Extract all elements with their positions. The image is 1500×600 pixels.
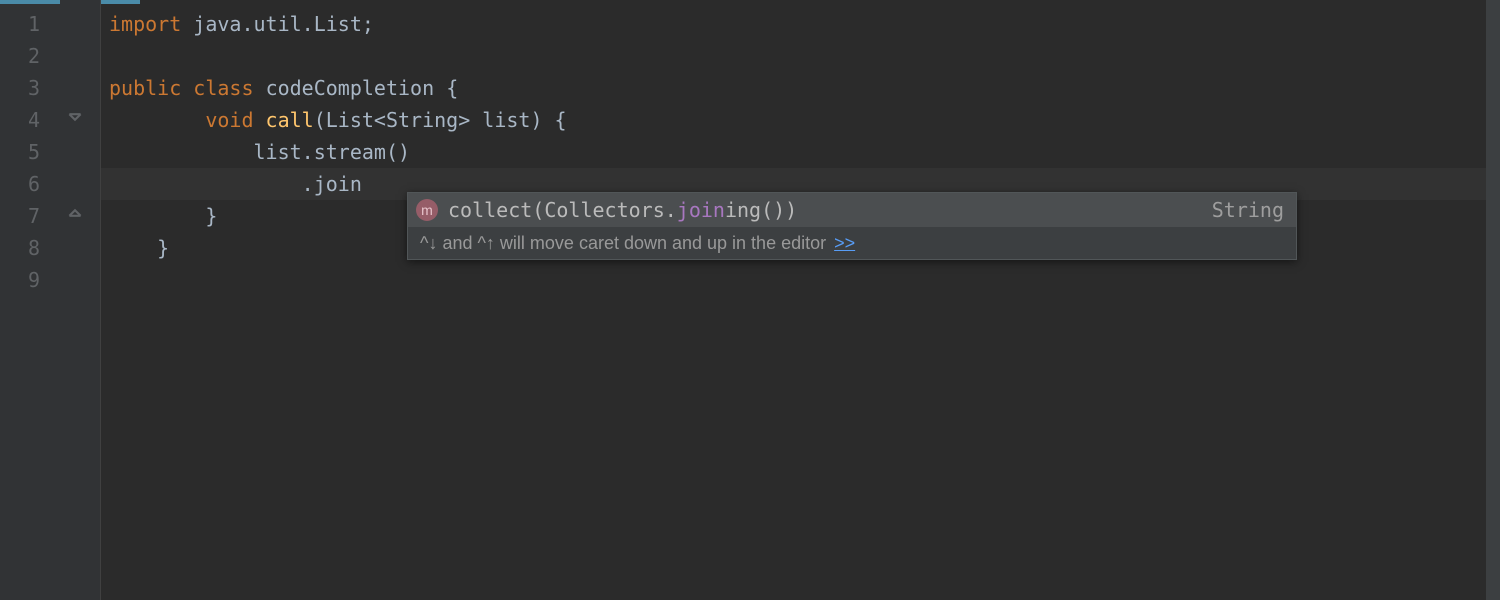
line-number-gutter[interactable]: 1 2 3 4 5 6 7 8 9 <box>0 0 60 600</box>
scrollbar[interactable] <box>1486 0 1500 600</box>
keyword: void <box>205 108 253 132</box>
code-text: . <box>109 172 314 196</box>
completion-hint: ^↓ and ^↑ will move caret down and up in… <box>408 227 1296 259</box>
line-number[interactable]: 8 <box>0 232 40 264</box>
class-name: codeCompletion <box>266 76 447 100</box>
fold-gutter[interactable] <box>60 0 100 600</box>
code-editor[interactable]: import java.util.List; public class code… <box>100 0 1500 600</box>
line-number[interactable]: 2 <box>0 40 40 72</box>
completion-match: join <box>677 198 725 222</box>
code-line[interactable]: void call(List<String> list) { <box>109 104 1500 136</box>
code-text: } <box>109 236 169 260</box>
code-text: java.util.List; <box>181 12 374 36</box>
method-icon: m <box>416 199 438 221</box>
line-number[interactable]: 4 <box>0 104 40 136</box>
code-line[interactable]: public class codeCompletion { <box>109 72 1500 104</box>
brace: { <box>446 76 458 100</box>
editor-container: 1 2 3 4 5 6 7 8 9 import java.util.List;… <box>0 0 1500 600</box>
code-line[interactable] <box>109 40 1500 72</box>
code-text: } <box>109 204 217 228</box>
completion-return-type: String <box>1212 194 1284 226</box>
keyword: public <box>109 76 181 100</box>
code-line[interactable]: import java.util.List; <box>109 8 1500 40</box>
fold-open-icon[interactable] <box>68 110 82 124</box>
line-number[interactable]: 3 <box>0 72 40 104</box>
function-name: call <box>266 108 314 132</box>
keyword: class <box>193 76 253 100</box>
code-line[interactable]: list.stream() <box>109 136 1500 168</box>
line-number[interactable]: 7 <box>0 200 40 232</box>
line-number[interactable]: 5 <box>0 136 40 168</box>
code-line[interactable] <box>109 264 1500 296</box>
fold-close-icon[interactable] <box>68 206 82 220</box>
completion-popup[interactable]: m collect(Collectors.joining()) String ^… <box>407 192 1297 260</box>
line-number[interactable]: 1 <box>0 8 40 40</box>
line-number[interactable]: 6 <box>0 168 40 200</box>
params: (List<String> list) { <box>314 108 567 132</box>
code-text: list.stream() <box>109 140 410 164</box>
line-number[interactable]: 9 <box>0 264 40 296</box>
completion-item[interactable]: m collect(Collectors.joining()) String <box>408 193 1296 227</box>
completion-text: collect(Collectors.joining()) <box>448 194 1212 226</box>
hint-text: ^↓ and ^↑ will move caret down and up in… <box>420 227 826 259</box>
hint-more-link[interactable]: >> <box>834 227 855 259</box>
typed-text: join <box>314 172 362 196</box>
keyword: import <box>109 12 181 36</box>
